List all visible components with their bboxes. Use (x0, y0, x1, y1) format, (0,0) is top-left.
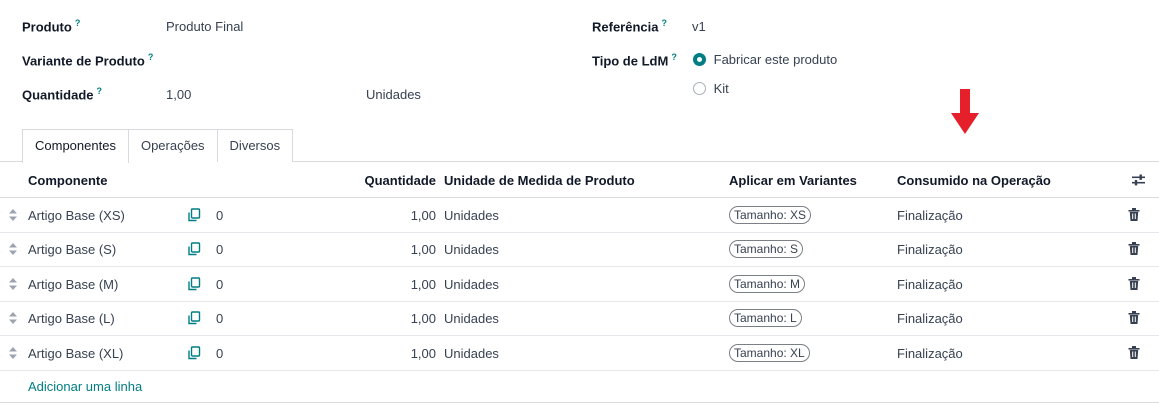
reference-label: Referência? (592, 18, 667, 35)
column-header-variants[interactable]: Aplicar em Variantes (729, 173, 857, 188)
component-quantity[interactable]: 1,00 (411, 346, 436, 361)
variant-tag[interactable]: Tamanho: M (729, 275, 806, 293)
drag-handle-icon[interactable] (9, 312, 17, 324)
add-line-link[interactable]: Adicionar uma linha (28, 379, 142, 394)
variant-tag[interactable]: Tamanho: L (729, 309, 802, 327)
variant-tag[interactable]: Tamanho: XL (729, 344, 810, 362)
help-icon[interactable]: ? (75, 18, 81, 28)
drag-handle-icon[interactable] (9, 209, 17, 221)
trash-icon[interactable] (1128, 277, 1140, 290)
copy-icon[interactable] (187, 277, 201, 291)
notebook-tabs: Componentes Operações Diversos (22, 129, 294, 163)
uom-field[interactable]: Unidades (366, 87, 421, 102)
bom-type-option-kit[interactable]: Kit (693, 81, 729, 96)
column-header-operation[interactable]: Consumido na Operação (897, 173, 1051, 188)
trash-icon[interactable] (1128, 208, 1140, 221)
product-value[interactable]: Produto Final (166, 19, 243, 34)
component-quantity[interactable]: 1,00 (411, 242, 436, 257)
table-row[interactable]: Artigo Base (XL) 0 1,00 Unidades Tamanho… (0, 336, 1159, 371)
trash-icon[interactable] (1128, 346, 1140, 359)
table-bottom-divider (0, 402, 1159, 403)
tab-componentes[interactable]: Componentes (22, 129, 129, 163)
drag-handle-icon[interactable] (9, 347, 17, 359)
optional-columns-icon[interactable] (1132, 174, 1145, 186)
variant-tag[interactable]: Tamanho: XS (729, 206, 812, 224)
consumed-operation[interactable]: Finalização (897, 346, 963, 361)
component-uom[interactable]: Unidades (444, 311, 499, 326)
component-name[interactable]: Artigo Base (XS) (28, 208, 125, 223)
table-header: Componente Quantidade Unidade de Medida … (0, 162, 1159, 198)
component-uom[interactable]: Unidades (444, 208, 499, 223)
component-uom[interactable]: Unidades (444, 242, 499, 257)
consumed-operation[interactable]: Finalização (897, 242, 963, 257)
help-icon[interactable]: ? (97, 86, 103, 96)
table-row[interactable]: Artigo Base (M) 0 1,00 Unidades Tamanho:… (0, 267, 1159, 302)
drag-handle-icon[interactable] (9, 243, 17, 255)
component-uom[interactable]: Unidades (444, 346, 499, 361)
component-count: 0 (216, 346, 224, 361)
radio-icon[interactable] (693, 82, 706, 95)
component-quantity[interactable]: 1,00 (411, 311, 436, 326)
component-name[interactable]: Artigo Base (XL) (28, 346, 123, 361)
tab-operacoes[interactable]: Operações (127, 129, 218, 162)
trash-icon[interactable] (1128, 311, 1140, 324)
reference-value[interactable]: v1 (692, 19, 706, 34)
copy-icon[interactable] (187, 311, 201, 325)
consumed-operation[interactable]: Finalização (897, 277, 963, 292)
variant-tag[interactable]: Tamanho: S (729, 240, 804, 258)
component-name[interactable]: Artigo Base (M) (28, 277, 118, 292)
drag-handle-icon[interactable] (9, 278, 17, 290)
component-count: 0 (216, 242, 224, 257)
copy-icon[interactable] (187, 346, 201, 360)
component-count: 0 (216, 208, 224, 223)
arrow-down-icon (951, 89, 979, 134)
bom-type-label: Tipo de LdM? (592, 52, 677, 69)
component-uom[interactable]: Unidades (444, 277, 499, 292)
tab-diversos[interactable]: Diversos (216, 129, 294, 162)
quantity-label: Quantidade? (22, 86, 103, 103)
component-quantity[interactable]: 1,00 (411, 208, 436, 223)
component-name[interactable]: Artigo Base (S) (28, 242, 116, 257)
component-count: 0 (216, 311, 224, 326)
help-icon[interactable]: ? (661, 18, 667, 28)
variant-label: Variante de Produto? (22, 52, 154, 69)
column-header-uom[interactable]: Unidade de Medida de Produto (444, 173, 635, 188)
column-header-componente[interactable]: Componente (28, 173, 107, 188)
radio-icon[interactable] (693, 53, 706, 66)
column-header-quantidade[interactable]: Quantidade (364, 173, 436, 188)
table-row[interactable]: Artigo Base (L) 0 1,00 Unidades Tamanho:… (0, 301, 1159, 336)
table-row[interactable]: Artigo Base (S) 0 1,00 Unidades Tamanho:… (0, 232, 1159, 267)
help-icon[interactable]: ? (671, 52, 677, 62)
quantity-field[interactable]: 1,00 (166, 87, 191, 102)
trash-icon[interactable] (1128, 242, 1140, 255)
table-row[interactable]: Artigo Base (XS) 0 1,00 Unidades Tamanho… (0, 198, 1159, 233)
component-count: 0 (216, 277, 224, 292)
consumed-operation[interactable]: Finalização (897, 208, 963, 223)
copy-icon[interactable] (187, 242, 201, 256)
consumed-operation[interactable]: Finalização (897, 311, 963, 326)
product-label: Produto? (22, 18, 81, 35)
bom-type-option-manufacture[interactable]: Fabricar este produto (693, 52, 837, 67)
copy-icon[interactable] (187, 208, 201, 222)
help-icon[interactable]: ? (148, 52, 154, 62)
component-quantity[interactable]: 1,00 (411, 277, 436, 292)
component-name[interactable]: Artigo Base (L) (28, 311, 115, 326)
